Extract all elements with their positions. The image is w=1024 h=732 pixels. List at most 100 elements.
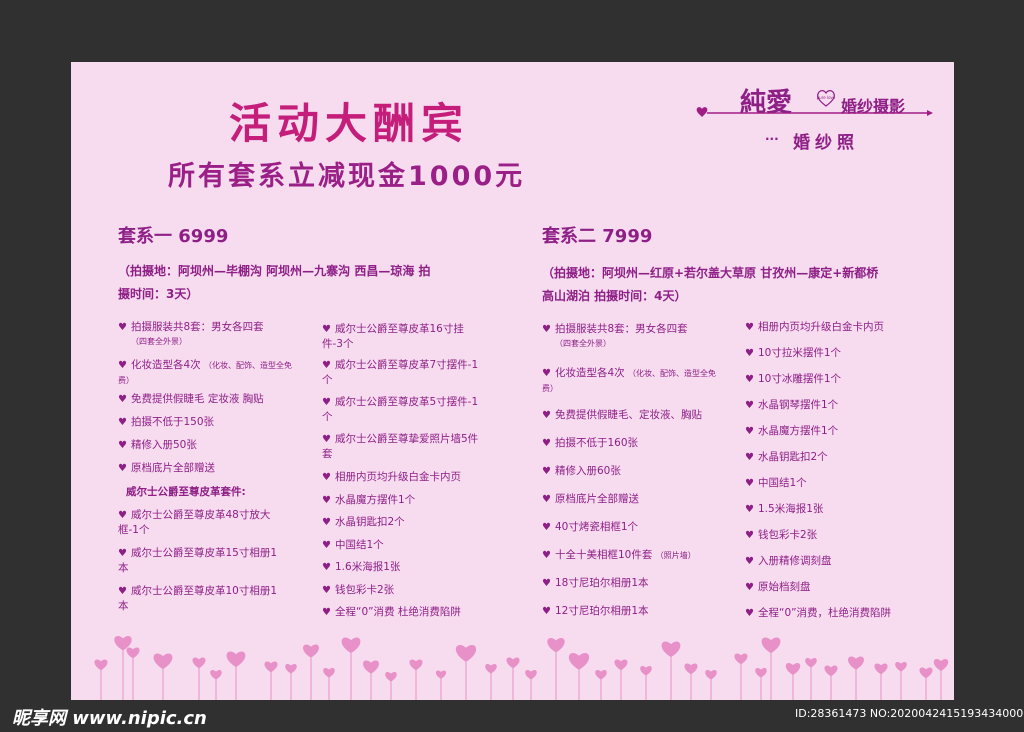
heart-bullet-icon: ♥ [542, 410, 551, 421]
heart-bullet-icon: ♥ [322, 607, 331, 618]
heart-icon [303, 644, 319, 658]
heart-bullet-icon: ♥ [745, 452, 754, 463]
heart-icon [805, 658, 817, 668]
heart-bullet-icon: ♥ [118, 463, 127, 474]
heart-bullet-icon: ♥ [542, 578, 551, 589]
list-item: ♥ 拍摄不低于160张 [542, 437, 639, 449]
list-item: ♥ 原档底片全部赠送 [118, 462, 215, 474]
list-item: ♥ 1.6米海报1张 [322, 561, 401, 573]
heart-icon [640, 666, 652, 676]
package-1-info: （拍摄地：阿坝州—毕棚沟 阿坝州—九寨沟 西昌—琼海 拍 摄时间：3天） [118, 260, 518, 306]
list-item: ♥ 10寸冰雕摆件1个 [745, 373, 842, 385]
list-item: ♥ 1.5米海报1张 [745, 503, 824, 515]
heart-bullet-icon: ♥ [322, 397, 331, 408]
list-item: ♥ 钱包彩卡2张 [745, 529, 818, 541]
heart-bullet-icon: ♥ [542, 324, 551, 335]
list-item: ♥ 全程“0”消费 杜绝消费陷阱 [322, 606, 461, 618]
list-item: ♥ 免费提供假睫毛、定妆液、胸贴 [542, 409, 702, 421]
promo-subtitle: 所有套系立减现金1000元 [168, 161, 526, 192]
heart-bullet-icon: ♥ [322, 324, 331, 335]
heart-bullet-icon: ♥ [542, 466, 551, 477]
heart-icon [285, 664, 297, 674]
heart-icon [933, 659, 949, 671]
heart-bullet-icon: ♥ [745, 556, 754, 567]
heart-icon [226, 651, 246, 668]
heart-icon [264, 661, 278, 673]
heart-icon [684, 663, 698, 675]
heart-bullet-icon: ♥ [322, 472, 331, 483]
list-item: ♥ 拍摄服装共8套：男女各四套 （四套全外景） [118, 321, 264, 346]
logo-text: pure love [817, 95, 836, 100]
heart-icon [874, 663, 888, 675]
heart-icon [705, 670, 717, 680]
heart-bullet-icon: ♥ [118, 360, 127, 371]
heart-icon [824, 665, 838, 677]
heart-icon [614, 659, 628, 671]
heart-bullet-icon: ♥ [542, 494, 551, 505]
footer-bar: 昵享网 www.nipic.cn ID:28361473 NO:20200424… [0, 700, 1024, 732]
list-item: ♥ 威尔士公爵至尊挚爱照片墙5件套 [322, 433, 479, 460]
heart-icon [192, 657, 206, 669]
package-1-info-line1: （拍摄地：阿坝州—毕棚沟 阿坝州—九寨沟 西昌—琼海 拍 [118, 264, 431, 278]
heart-bullet-icon: ♥ [745, 348, 754, 359]
heart-icon [153, 653, 173, 670]
package-1-subhead: 威尔士公爵至尊皮革套件: [126, 486, 246, 498]
heart-icon [919, 667, 933, 679]
list-item: ♥ 威尔士公爵至尊皮革7寸摆件-1个 [322, 359, 479, 386]
heart-icon [595, 670, 607, 680]
package-1-title: 套系一 6999 [118, 226, 229, 247]
list-item: ♥ 原始档刻盘 [745, 581, 811, 593]
heart-icon [341, 637, 361, 654]
package-1-info-line2: 摄时间：3天） [118, 287, 199, 301]
poster: 活动大酬宾 所有套系立减现金1000元 純愛 pure love 婚纱摄影 ··… [71, 62, 954, 700]
heart-icon [385, 672, 397, 682]
list-item: ♥ 威尔士公爵至尊皮革16寸挂件-3个 [322, 323, 464, 350]
heart-bullet-icon: ♥ [745, 478, 754, 489]
heart-bullet-icon: ♥ [118, 510, 127, 521]
list-item: ♥ 威尔士公爵至尊皮革10寸相册1本 [118, 585, 278, 612]
brand-logo-block: 純愛 pure love 婚纱摄影 ··· 婚纱照 [691, 82, 941, 162]
list-item: ♥ 精修入册50张 [118, 439, 197, 451]
heart-icon [363, 660, 379, 674]
package-2-info-line2: 高山湖泊 拍摄时间：4天） [542, 289, 687, 303]
list-item: ♥ 水晶魔方摆件1个 [322, 494, 416, 506]
heart-bullet-icon: ♥ [745, 322, 754, 333]
heart-bullet-icon: ♥ [745, 400, 754, 411]
list-item: ♥ 免费提供假睫毛 定妆液 胸贴 [118, 393, 264, 405]
heart-bullet-icon: ♥ [322, 585, 331, 596]
list-item: ♥ 化妆造型各4次 （化妆、配饰、造型全免费） [542, 367, 717, 393]
heart-icon [661, 641, 681, 658]
heart-icon [525, 670, 537, 680]
list-item: ♥ 水晶钢琴摆件1个 [745, 399, 839, 411]
list-item: ♥ 十全十美相框10件套 （照片墙） [542, 549, 696, 561]
heart-icon [547, 638, 565, 653]
heart-bullet-icon: ♥ [118, 322, 127, 333]
list-item: ♥ 全程“0”消费，杜绝消费陷阱 [745, 607, 892, 619]
list-item: ♥ 相册内页均升级白金卡内页 [322, 471, 461, 483]
heart-icon [734, 653, 748, 665]
package-2-info-line1: （拍摄地：阿坝州—红原+若尔盖大草原 甘孜州—康定+新都桥 [542, 266, 879, 280]
list-item: ♥ 拍摄服装共8套：男女各四套 （四套全外景） [542, 323, 688, 348]
list-item: ♥ 精修入册60张 [542, 465, 621, 477]
heart-icon [761, 637, 781, 654]
heart-bullet-icon: ♥ [118, 417, 127, 428]
heart-icon [785, 663, 801, 675]
list-item: ♥ 18寸尼珀尔相册1本 [542, 577, 649, 589]
heart-icon [895, 662, 907, 672]
heart-bullet-icon: ♥ [745, 582, 754, 593]
heart-bullet-icon: ♥ [542, 438, 551, 449]
brand-dots: ··· [765, 132, 779, 146]
heart-bullet-icon: ♥ [322, 562, 331, 573]
heart-bullet-icon: ♥ [322, 360, 331, 371]
package-2-title: 套系二 7999 [542, 226, 653, 247]
list-item: ♥ 入册精修调刻盘 [745, 555, 832, 567]
heart-icon [485, 664, 497, 674]
heart-bullet-icon: ♥ [322, 495, 331, 506]
list-item: ♥ 威尔士公爵至尊皮革15寸相册1本 [118, 547, 278, 574]
hearts-decoration [94, 636, 949, 700]
list-item: ♥ 水晶钥匙扣2个 [745, 451, 828, 463]
heart-bullet-icon: ♥ [745, 504, 754, 515]
watermark: 昵享网 www.nipic.cn [12, 708, 207, 729]
package-2-info: （拍摄地：阿坝州—红原+若尔盖大草原 甘孜州—康定+新都桥 高山湖泊 拍摄时间：… [542, 262, 922, 308]
heart-icon [323, 668, 335, 678]
